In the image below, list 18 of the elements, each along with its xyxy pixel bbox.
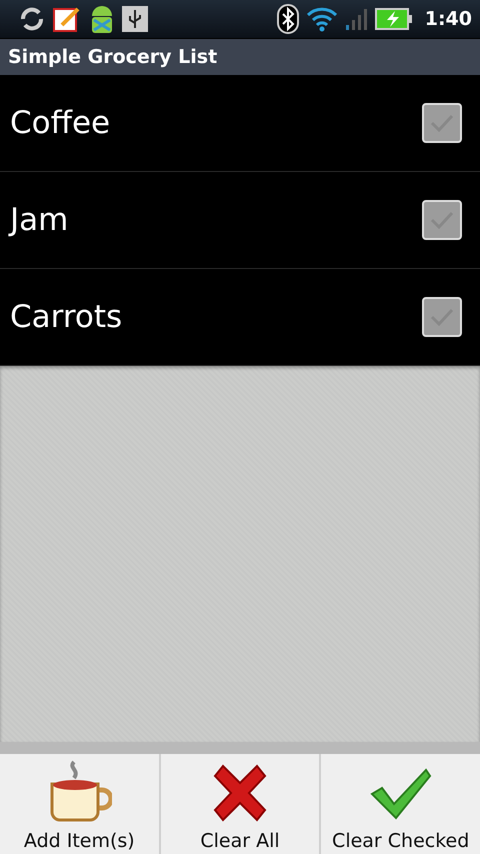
signal-icon (344, 7, 369, 31)
item-label: Carrots (10, 299, 122, 335)
checkbox[interactable] (422, 103, 462, 143)
list-row[interactable]: Jam (0, 172, 480, 269)
checkbox[interactable] (422, 200, 462, 240)
bluetooth-icon (276, 4, 299, 34)
app-title: Simple Grocery List (8, 46, 218, 68)
item-label: Jam (10, 202, 68, 238)
list-row[interactable]: Coffee (0, 75, 480, 172)
battery-icon (374, 8, 413, 30)
list-row[interactable]: Carrots (0, 269, 480, 366)
item-label: Coffee (10, 105, 110, 141)
usb-icon (122, 6, 148, 32)
wifi-icon (304, 6, 339, 32)
sync-icon (18, 5, 46, 33)
notepad-icon (52, 5, 82, 33)
checkbox[interactable] (422, 297, 462, 337)
clock-time: 1:40 (424, 8, 472, 30)
